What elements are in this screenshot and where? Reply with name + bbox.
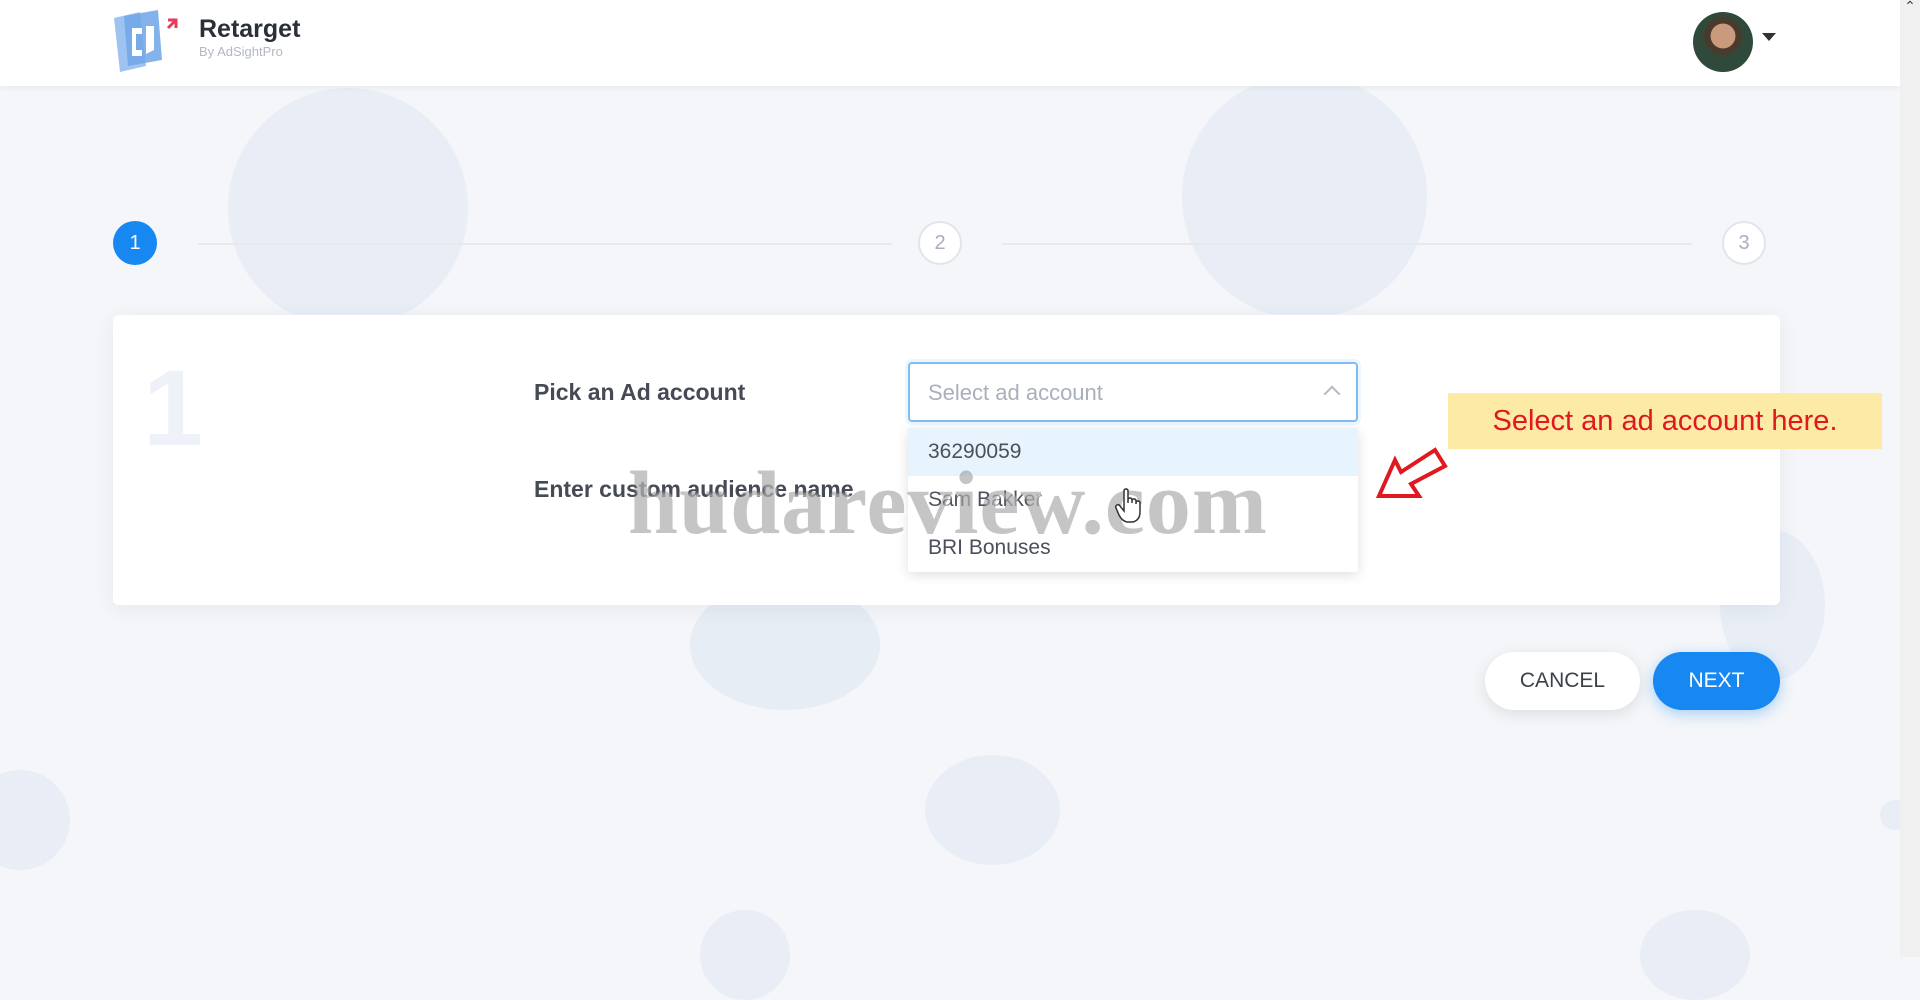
annotation-arrow-icon bbox=[1375, 447, 1448, 498]
top-bar: Retarget By AdSightPro bbox=[0, 0, 1900, 86]
brand-name: Retarget bbox=[199, 15, 301, 43]
next-button[interactable]: NEXT bbox=[1653, 652, 1780, 710]
background-decoration bbox=[0, 770, 70, 870]
background-decoration bbox=[700, 910, 790, 1000]
ad-account-select-placeholder: Select ad account bbox=[928, 380, 1103, 405]
brand[interactable]: Retarget By AdSightPro bbox=[199, 14, 300, 60]
page-scrollbar[interactable] bbox=[1900, 0, 1920, 957]
step-2-indicator[interactable]: 2 bbox=[918, 221, 962, 265]
hand-cursor-icon bbox=[1115, 488, 1141, 523]
caret-down-icon[interactable] bbox=[1762, 33, 1776, 41]
annotation-callout: Select an ad account here. bbox=[1448, 393, 1882, 449]
background-decoration bbox=[925, 755, 1060, 865]
dropdown-option[interactable]: BRI Bonuses bbox=[908, 524, 1358, 572]
stepper-connector bbox=[198, 243, 892, 245]
dropdown-option[interactable]: 36290059 bbox=[908, 428, 1358, 476]
ad-account-select[interactable]: Select ad account bbox=[908, 362, 1358, 422]
chevron-up-icon[interactable] bbox=[1323, 385, 1341, 403]
background-decoration bbox=[1182, 74, 1427, 319]
audience-name-label: Enter custom audience name bbox=[534, 476, 854, 502]
step-1-indicator[interactable]: 1 bbox=[113, 221, 157, 265]
stepper-connector bbox=[1002, 243, 1692, 245]
retarget-logo-icon[interactable] bbox=[110, 6, 190, 76]
step-3-indicator[interactable]: 3 bbox=[1722, 221, 1766, 265]
scroll-up-icon[interactable]: ⌃ bbox=[1904, 0, 1916, 13]
card-step-number: 1 bbox=[143, 347, 204, 468]
background-decoration bbox=[1640, 910, 1750, 1000]
brand-subtitle: By AdSightPro bbox=[199, 44, 283, 59]
cancel-button[interactable]: CANCEL bbox=[1485, 652, 1640, 710]
user-avatar[interactable] bbox=[1693, 12, 1753, 72]
background-decoration bbox=[228, 88, 468, 328]
ad-account-label: Pick an Ad account bbox=[534, 379, 746, 405]
